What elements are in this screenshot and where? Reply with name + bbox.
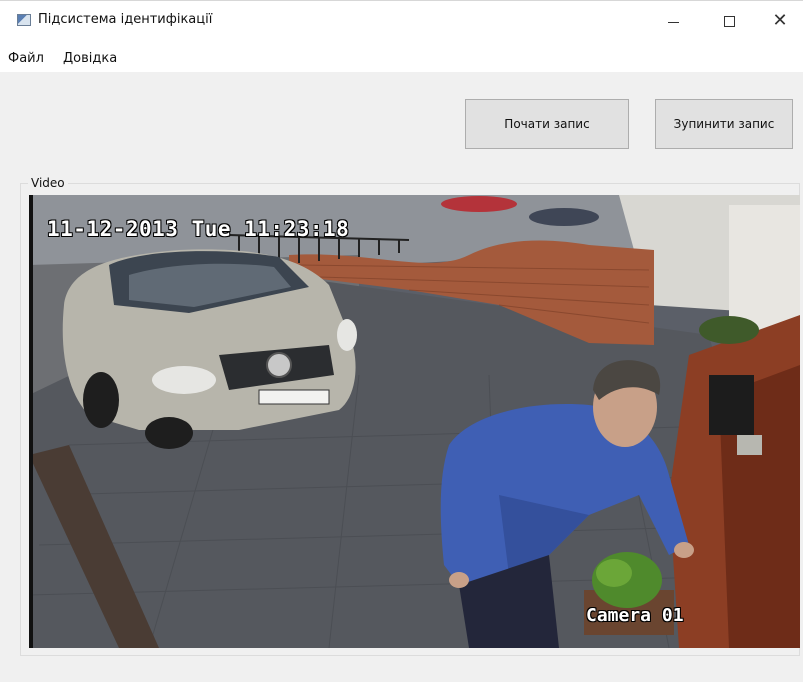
minimize-icon [667, 21, 679, 23]
menu-help[interactable]: Довідка [63, 51, 117, 66]
menu-bar: Файл Довідка [0, 40, 803, 72]
stop-recording-button[interactable]: Зупинити запис [655, 99, 793, 149]
start-recording-button[interactable]: Почати запис [465, 99, 629, 149]
window-title: Підсистема ідентифікації [38, 12, 213, 27]
camera-image [29, 195, 800, 648]
maximize-button[interactable] [706, 1, 752, 41]
app-window-icon [17, 14, 31, 26]
menu-file[interactable]: Файл [8, 51, 44, 66]
close-button[interactable]: ✕ [757, 1, 803, 41]
close-icon: ✕ [772, 10, 788, 31]
title-bar[interactable]: Підсистема ідентифікації ✕ [0, 0, 803, 40]
video-timestamp: 11-12-2013 Tue 11:23:18 [47, 217, 350, 241]
maximize-icon [723, 15, 735, 27]
video-group-label: Video [28, 176, 68, 190]
main-window: Підсистема ідентифікації ✕ Файл Довідка … [0, 0, 803, 682]
minimize-button[interactable] [650, 1, 696, 41]
video-frame: 11-12-2013 Tue 11:23:18 Camera 01 [29, 195, 800, 648]
camera-label: Camera 01 [586, 605, 684, 626]
